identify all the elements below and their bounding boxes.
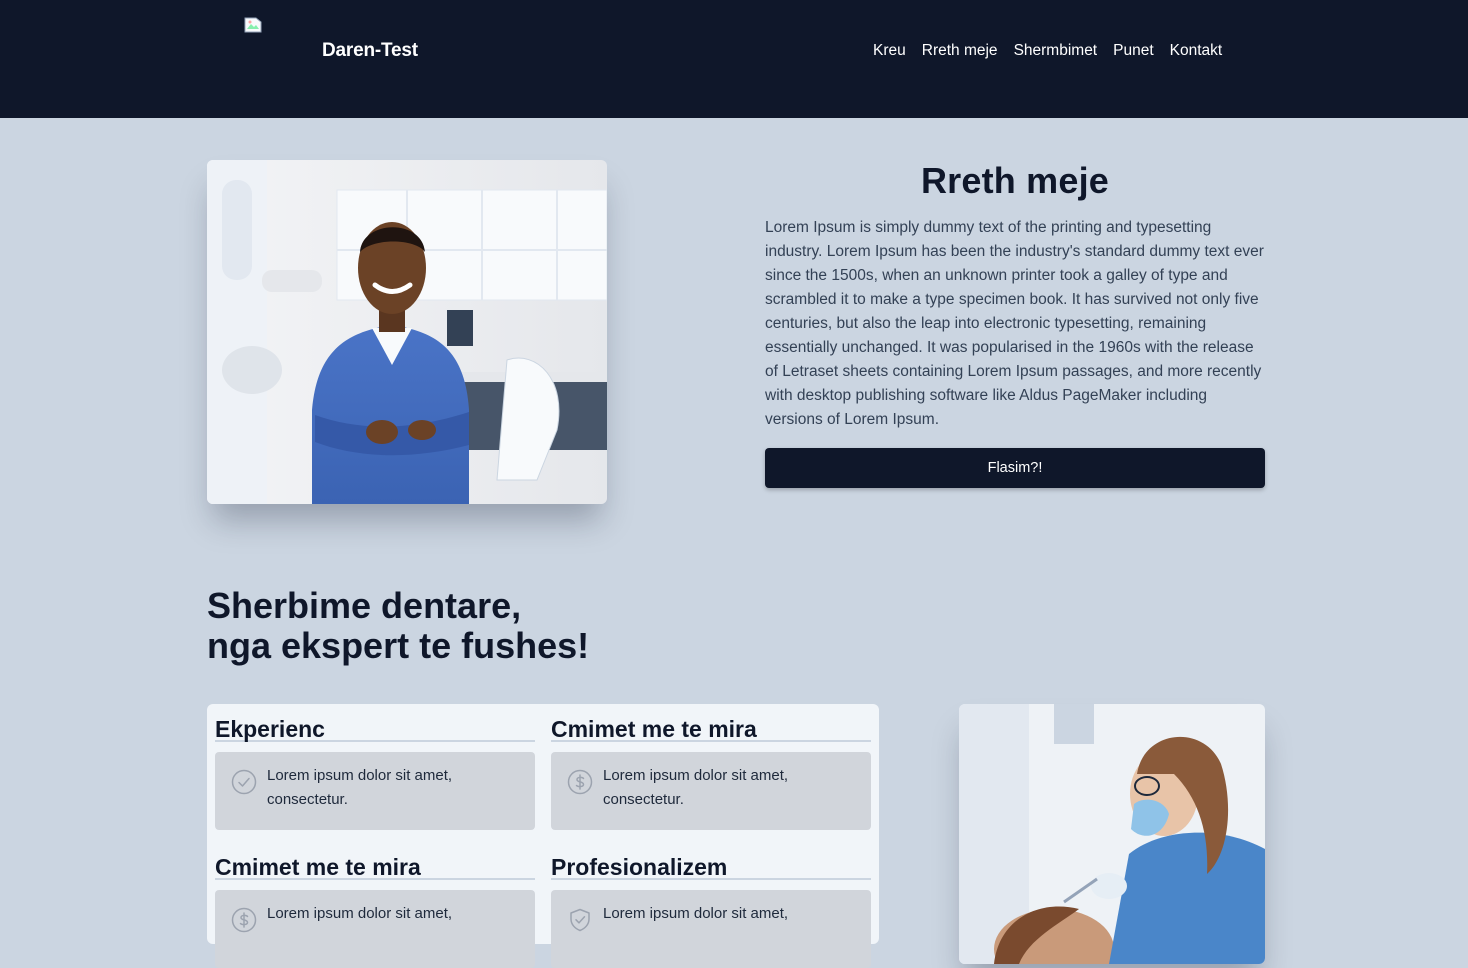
services-panel: Ekperienc Lorem ipsum dolor sit amet, co… <box>207 704 879 968</box>
feature-title: Cmimet me te mira <box>551 704 871 742</box>
flasim-button[interactable]: Flasim?! <box>765 448 1265 488</box>
feature-box: Lorem ipsum dolor sit amet, consectetur. <box>215 752 535 830</box>
brand-name[interactable]: Daren-Test <box>322 40 418 62</box>
feature-box: Lorem ipsum dolor sit amet, <box>551 890 871 968</box>
dental-treatment-image <box>959 704 1265 964</box>
nav-link-kontakt[interactable]: Kontakt <box>1170 42 1223 60</box>
nav-link-kreu[interactable]: Kreu <box>873 42 906 60</box>
feature-card: Ekperienc Lorem ipsum dolor sit amet, co… <box>215 704 535 830</box>
services-title-line-1: Sherbime dentare, <box>207 585 522 626</box>
dollar-circle-icon <box>567 769 593 795</box>
broken-logo-image-icon[interactable] <box>244 17 262 33</box>
about-title: Rreth meje <box>920 160 1110 201</box>
feature-card: Cmimet me te mira Lorem ipsum dolor sit … <box>551 704 871 830</box>
feature-text: Lorem ipsum dolor sit amet, consectetur. <box>603 767 789 808</box>
feature-card: Cmimet me te mira Lorem ipsum dolor sit … <box>215 842 535 968</box>
shield-check-icon <box>567 907 593 933</box>
feature-card: Profesionalizem Lorem ipsum dolor sit am… <box>551 842 871 968</box>
nav-link-punet[interactable]: Punet <box>1113 42 1154 60</box>
feature-title: Ekperienc <box>215 704 535 742</box>
about-text: Lorem Ipsum is simply dummy text of the … <box>765 219 1264 428</box>
feature-box: Lorem ipsum dolor sit amet, consectetur. <box>551 752 871 830</box>
feature-text: Lorem ipsum dolor sit amet, <box>267 905 453 922</box>
check-circle-icon <box>231 769 257 795</box>
dollar-circle-icon <box>231 907 257 933</box>
nav-link-shermbimet[interactable]: Shermbimet <box>1014 42 1098 60</box>
feature-title: Profesionalizem <box>551 842 871 880</box>
site-header: Daren-Test Kreu Rreth meje Shermbimet Pu… <box>0 0 1468 118</box>
dentist-portrait-image <box>207 160 607 504</box>
main-nav: Kreu Rreth meje Shermbimet Punet Kontakt <box>873 42 1222 60</box>
feature-box: Lorem ipsum dolor sit amet, <box>215 890 535 968</box>
nav-link-rreth-meje[interactable]: Rreth meje <box>922 42 998 60</box>
feature-text: Lorem ipsum dolor sit amet, consectetur. <box>267 767 453 808</box>
services-title: Sherbime dentare, nga ekspert te fushes! <box>207 586 589 666</box>
feature-title: Cmimet me te mira <box>215 842 535 880</box>
feature-text: Lorem ipsum dolor sit amet, <box>603 905 789 922</box>
services-title-line-2: nga ekspert te fushes! <box>207 625 590 666</box>
